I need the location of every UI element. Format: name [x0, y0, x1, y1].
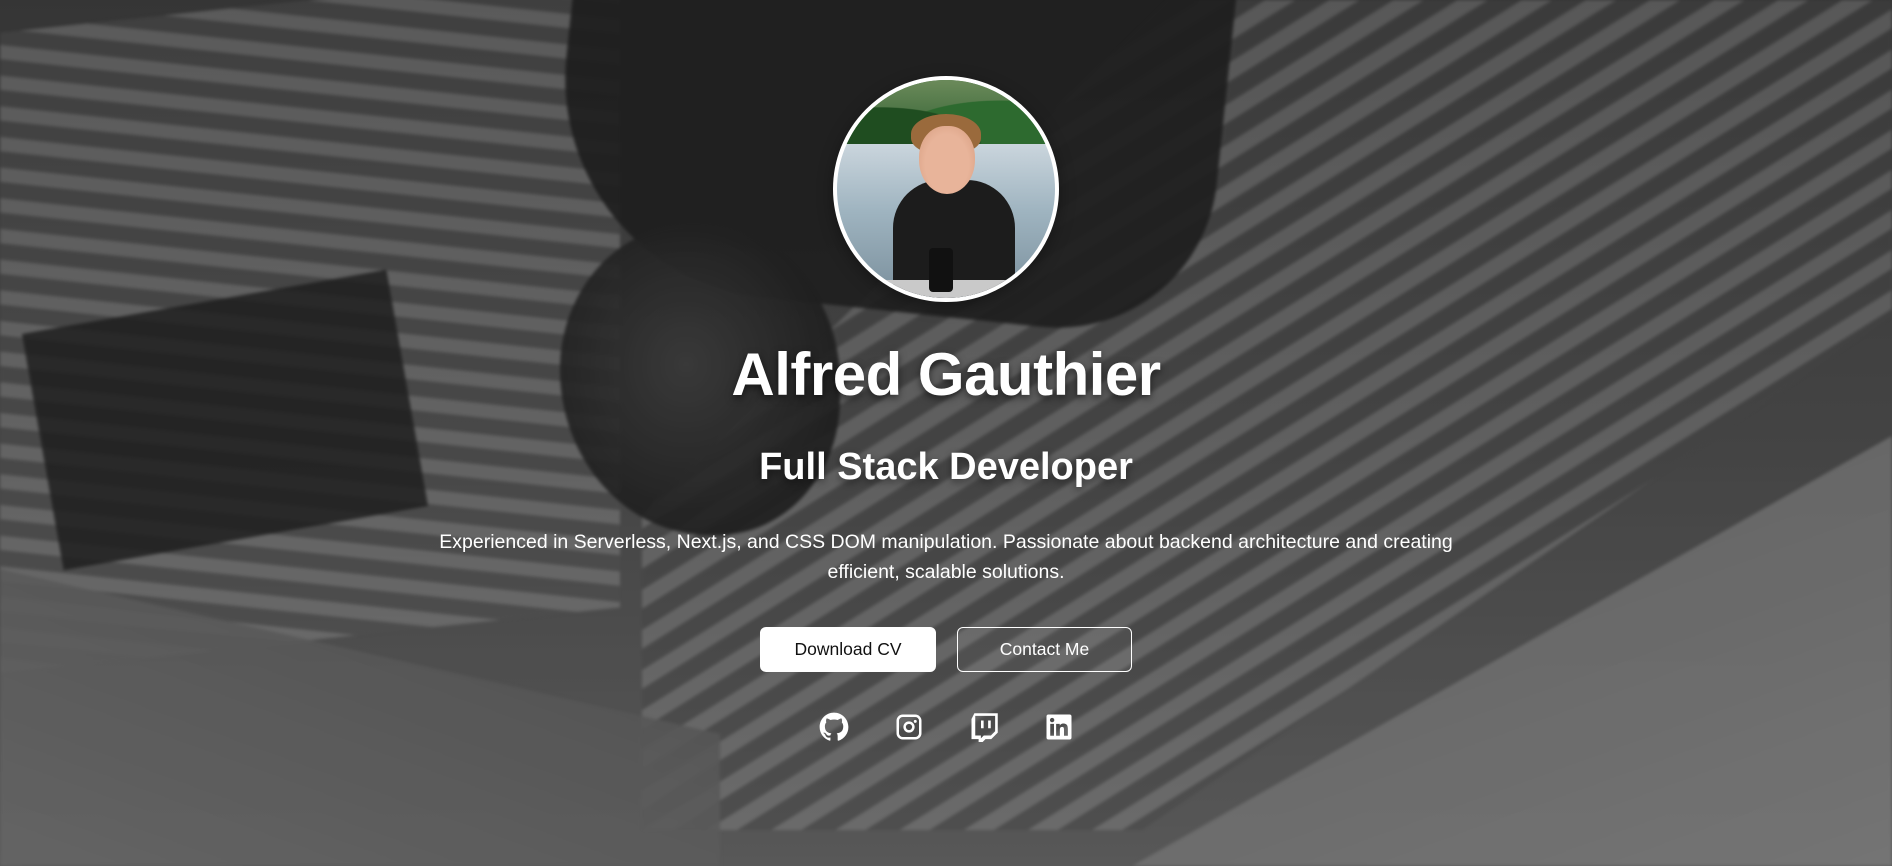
github-icon	[819, 712, 848, 741]
twitch-link[interactable]	[969, 712, 999, 742]
contact-me-button[interactable]: Contact Me	[957, 627, 1132, 672]
hero-content: Alfred Gauthier Full Stack Developer Exp…	[0, 0, 1892, 866]
download-cv-button[interactable]: Download CV	[760, 627, 936, 672]
linkedin-link[interactable]	[1044, 712, 1074, 742]
instagram-icon	[896, 714, 921, 740]
instagram-link[interactable]	[894, 712, 924, 742]
cta-buttons: Download CV Contact Me	[760, 627, 1132, 672]
avatar	[833, 76, 1059, 302]
profile-description: Experienced in Serverless, Next.js, and …	[439, 531, 1453, 583]
hero-section: Alfred Gauthier Full Stack Developer Exp…	[0, 0, 1892, 866]
twitch-icon	[971, 713, 998, 742]
profile-name: Alfred Gauthier	[731, 341, 1161, 408]
linkedin-icon	[1046, 714, 1071, 740]
profile-title: Full Stack Developer	[759, 446, 1133, 488]
social-links	[819, 712, 1074, 742]
github-link[interactable]	[819, 712, 849, 742]
